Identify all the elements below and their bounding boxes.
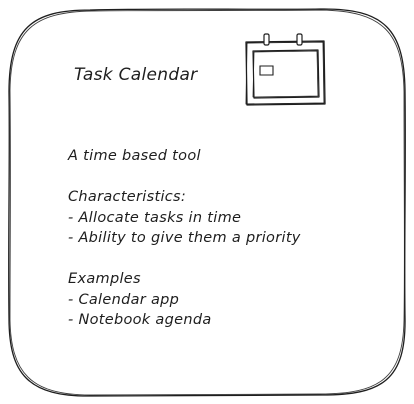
calendar-icon: [245, 33, 326, 106]
card-body: A time based tool Characteristics: - All…: [68, 146, 301, 331]
description-text: A time based tool: [68, 148, 201, 164]
characteristic-item: - Allocate tasks in time: [68, 209, 242, 226]
card-title: Task Calendar: [74, 65, 198, 85]
characteristics-heading: Characteristics:: [68, 189, 187, 205]
characteristic-item: - Ability to give them a priority: [68, 230, 301, 246]
example-item: - Calendar app: [68, 291, 180, 308]
examples-heading: Examples: [68, 271, 141, 287]
example-item: - Notebook agenda: [68, 312, 212, 328]
